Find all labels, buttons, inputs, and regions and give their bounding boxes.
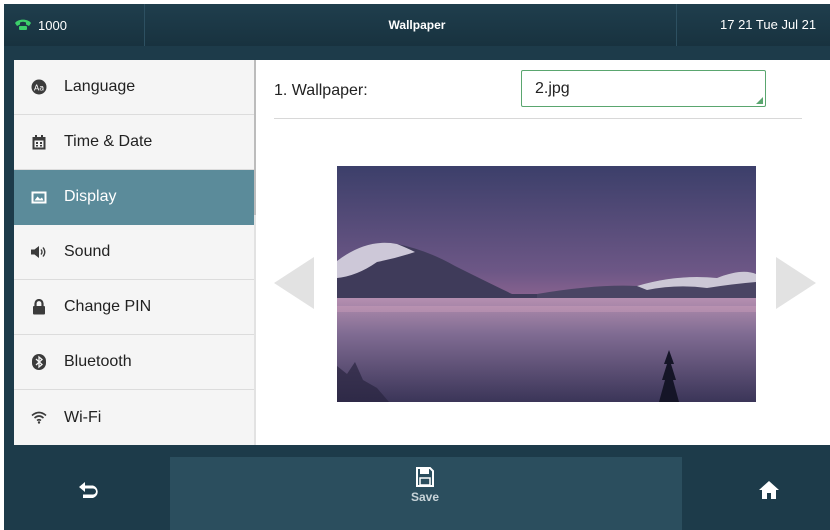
- wallpaper-preview-image: [337, 166, 756, 402]
- home-icon: [759, 481, 779, 499]
- settings-sidebar: Aa Language Time & Date Display Sound Ch…: [14, 60, 256, 445]
- bluetooth-icon: [14, 335, 64, 390]
- sidebar-item-sound[interactable]: Sound: [14, 225, 254, 280]
- softkey-bar: Save: [4, 445, 830, 530]
- wifi-icon: [14, 390, 64, 445]
- svg-text:Aa: Aa: [34, 84, 44, 93]
- previous-wallpaper-arrow-icon[interactable]: [274, 257, 314, 309]
- calendar-icon: [14, 115, 64, 170]
- sidebar-item-label: Language: [64, 78, 136, 95]
- sidebar-item-change-pin[interactable]: Change PIN: [14, 280, 254, 335]
- speaker-icon: [14, 225, 64, 280]
- wallpaper-label: 1. Wallpaper:: [274, 82, 368, 99]
- save-label: Save: [410, 490, 440, 504]
- date-time: 17 21 Tue Jul 21: [720, 17, 817, 32]
- sidebar-item-label: Display: [64, 188, 117, 205]
- display-icon: [14, 170, 64, 225]
- language-icon: Aa: [14, 60, 64, 115]
- sidebar-item-label: Time & Date: [64, 133, 153, 150]
- save-icon: [416, 467, 434, 487]
- back-arrow-icon: [79, 482, 98, 498]
- lock-icon: [14, 280, 64, 335]
- divider: [274, 118, 802, 119]
- sidebar-item-label: Wi-Fi: [64, 408, 102, 426]
- back-button[interactable]: [59, 465, 119, 515]
- sidebar-item-bluetooth[interactable]: Bluetooth: [14, 335, 254, 390]
- sidebar-item-language[interactable]: Aa Language: [14, 60, 254, 115]
- wallpaper-select[interactable]: 2.jpg: [521, 70, 766, 107]
- save-button[interactable]: Save: [389, 467, 461, 523]
- wallpaper-panel: 1. Wallpaper: 2.jpg: [256, 60, 830, 445]
- sidebar-item-time-date[interactable]: Time & Date: [14, 115, 254, 170]
- wallpaper-value: 2.jpg: [535, 80, 570, 97]
- sidebar-item-wifi[interactable]: Wi-Fi: [14, 390, 254, 445]
- dropdown-corner-icon: [756, 97, 763, 104]
- next-wallpaper-arrow-icon[interactable]: [776, 257, 816, 309]
- sidebar-item-label: Bluetooth: [64, 353, 132, 370]
- sidebar-item-label: Change PIN: [64, 298, 152, 315]
- status-bar: 1000 Wallpaper 17 21 Tue Jul 21: [4, 4, 830, 46]
- home-button[interactable]: [744, 465, 794, 515]
- page-title: Wallpaper: [388, 18, 446, 32]
- sidebar-item-display[interactable]: Display: [14, 170, 254, 225]
- phone-screen: 1000 Wallpaper 17 21 Tue Jul 21 Aa Langu…: [4, 4, 830, 530]
- sidebar-item-label: Sound: [64, 243, 111, 260]
